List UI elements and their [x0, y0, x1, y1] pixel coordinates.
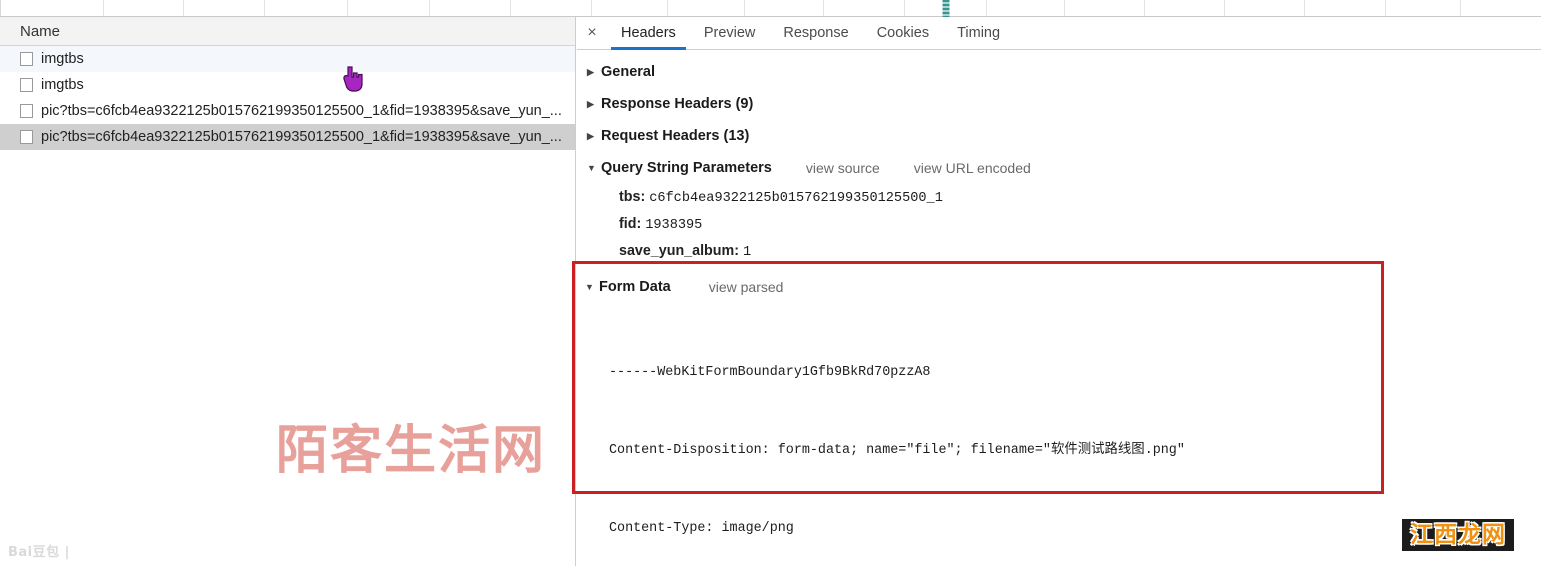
view-parsed-link[interactable]: view parsed [709, 279, 784, 295]
query-param-key: fid: [619, 216, 642, 232]
query-param-row: tbs: c6fcb4ea9322125b015762199350125500_… [587, 184, 1541, 211]
table-column[interactable] [1305, 0, 1386, 16]
request-row[interactable]: pic?tbs=c6fcb4ea9322125b0157621993501255… [0, 98, 575, 124]
table-column[interactable] [1386, 0, 1461, 16]
tab-response[interactable]: Response [769, 17, 862, 49]
section-response-headers[interactable]: ▶ Response Headers (9) [587, 88, 1541, 120]
chevron-down-icon: ▼ [585, 281, 594, 292]
form-data-content-type: Content-Type: image/png [609, 521, 794, 536]
request-type-icon [20, 104, 33, 118]
section-request-headers-label: Request Headers (13) [601, 128, 750, 144]
tab-headers[interactable]: Headers [607, 17, 690, 50]
section-request-headers[interactable]: ▶ Request Headers (13) [587, 120, 1541, 152]
query-param-row: save_yun_album: 1 [587, 238, 1541, 265]
tab-cookies[interactable]: Cookies [863, 17, 943, 49]
table-column-waterfall[interactable] [905, 0, 987, 17]
view-source-link[interactable]: view source [806, 160, 880, 176]
table-column[interactable] [348, 0, 430, 16]
table-column[interactable] [1225, 0, 1305, 16]
table-column[interactable] [745, 0, 824, 16]
table-column[interactable] [668, 0, 745, 16]
chevron-right-icon: ▶ [587, 130, 594, 141]
section-query-string-label: Query String Parameters [601, 160, 772, 176]
table-column[interactable] [987, 0, 1065, 16]
waterfall-timing-bar [942, 0, 949, 17]
table-column[interactable] [824, 0, 905, 16]
form-data-section: ▼ Form Data view parsed ------WebKitForm… [583, 272, 1373, 566]
request-name: imgtbs [41, 77, 84, 93]
detail-tabbar: × Headers Preview Response Cookies Timin… [577, 17, 1541, 50]
tab-timing[interactable]: Timing [943, 17, 1014, 49]
query-param-value: c6fcb4ea9322125b015762199350125500_1 [649, 191, 943, 206]
watermark-badge: 江西龙网 [1402, 519, 1514, 552]
query-param-key: save_yun_album: [619, 243, 739, 259]
table-column[interactable] [104, 0, 184, 16]
section-response-headers-label: Response Headers (9) [601, 96, 754, 112]
chevron-right-icon: ▶ [587, 98, 594, 109]
query-param-key: tbs: [619, 189, 646, 205]
request-list-panel: Name imgtbs imgtbs pic?tbs=c6fcb4ea93221… [0, 17, 576, 566]
request-type-icon [20, 130, 33, 144]
request-type-icon [20, 52, 33, 66]
table-column[interactable] [184, 0, 265, 16]
table-column[interactable] [0, 0, 104, 16]
request-row[interactable]: imgtbs [0, 72, 575, 98]
table-column[interactable] [511, 0, 592, 16]
request-row[interactable]: imgtbs [0, 46, 575, 72]
request-name: pic?tbs=c6fcb4ea9322125b0157621993501255… [41, 129, 562, 145]
devtools-network-screenshot: Name imgtbs imgtbs pic?tbs=c6fcb4ea93221… [0, 0, 1541, 566]
query-param-row: fid: 1938395 [587, 211, 1541, 238]
query-param-value: 1 [742, 245, 752, 260]
chevron-down-icon: ▼ [587, 162, 596, 173]
view-url-encoded-link[interactable]: view URL encoded [914, 160, 1031, 176]
chevron-right-icon: ▶ [587, 66, 594, 77]
request-type-icon [20, 78, 33, 92]
section-general[interactable]: ▶ General [587, 56, 1541, 88]
table-column[interactable] [592, 0, 668, 16]
form-data-raw-body: ------WebKitFormBoundary1Gfb9BkRd70pzzA8… [583, 302, 1373, 566]
table-column[interactable] [1145, 0, 1225, 16]
request-name: pic?tbs=c6fcb4ea9322125b0157621993501255… [41, 103, 562, 119]
watermark-center: 陌客生活网 [276, 421, 547, 481]
form-data-boundary-open: ------WebKitFormBoundary1Gfb9BkRd70pzzA8 [609, 365, 931, 380]
headers-content: ▶ General ▶ Response Headers (9) ▶ Reque… [577, 50, 1541, 265]
column-header-name[interactable]: Name [0, 17, 575, 46]
query-param-value: 1938395 [645, 218, 703, 233]
section-general-label: General [601, 64, 655, 80]
request-row-selected[interactable]: pic?tbs=c6fcb4ea9322125b0157621993501255… [0, 124, 575, 150]
table-column[interactable] [430, 0, 511, 16]
watermark-baidu: Bai豆包 | [8, 545, 70, 560]
network-table-column-strip [0, 0, 1541, 17]
section-form-data-label: Form Data [599, 279, 671, 295]
table-column[interactable] [265, 0, 348, 16]
close-icon[interactable]: × [577, 17, 607, 49]
table-column[interactable] [1065, 0, 1145, 16]
request-name: imgtbs [41, 51, 84, 67]
form-data-content-disposition: Content-Disposition: form-data; name="fi… [609, 443, 1185, 458]
section-query-string-parameters[interactable]: ▼ Query String Parameters view source vi… [587, 152, 1541, 184]
section-form-data[interactable]: ▼ Form Data view parsed [583, 272, 1373, 302]
tab-preview[interactable]: Preview [690, 17, 770, 49]
